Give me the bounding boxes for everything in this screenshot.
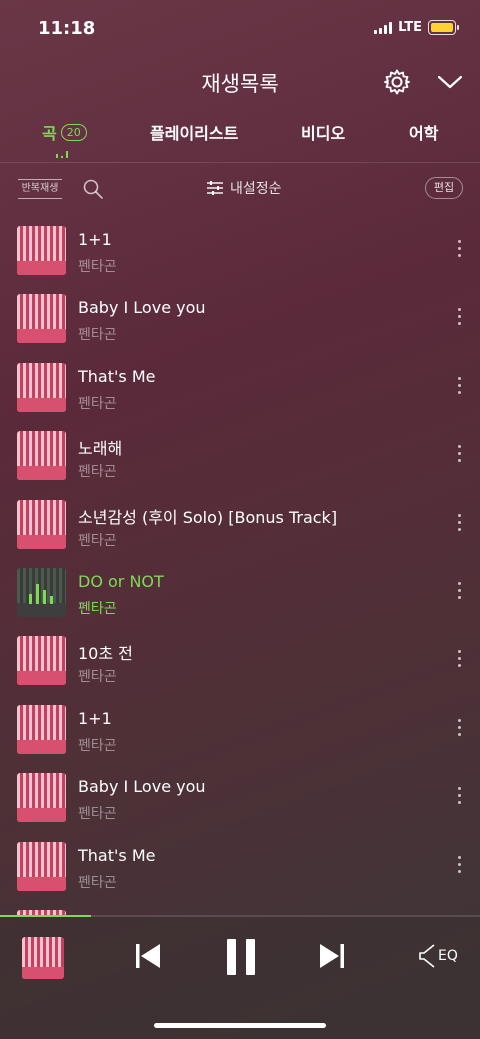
status-time: 11:18 <box>38 18 96 39</box>
more-icon[interactable] <box>455 445 463 467</box>
edit-button[interactable]: 편집 <box>425 177 463 199</box>
eq-button[interactable]: EQ <box>418 943 458 969</box>
status-indicators: LTE <box>374 20 459 35</box>
song-list: 1+1 펜타곤 Baby I Love you 펜타곤 That's Me 펜타… <box>0 216 480 916</box>
tab-bar: 곡 20 플레이리스트 비디오 어학 <box>0 112 480 162</box>
more-icon[interactable] <box>455 582 463 604</box>
equalizer-icon <box>29 582 53 604</box>
song-title: Baby I Love you <box>78 777 206 796</box>
search-icon[interactable] <box>82 178 104 200</box>
song-row-partial[interactable] <box>0 900 480 916</box>
more-icon[interactable] <box>455 719 463 741</box>
tabs-divider <box>0 162 480 163</box>
song-artist: 펜타곤 <box>78 669 117 685</box>
tab-video[interactable]: 비디오 <box>301 120 345 144</box>
sort-label: 내설정순 <box>230 181 282 197</box>
song-artist: 펜타곤 <box>78 533 117 549</box>
album-art <box>17 431 66 480</box>
album-art <box>17 636 66 685</box>
eq-speaker-icon <box>419 944 435 968</box>
song-artist: 펜타곤 <box>78 464 117 480</box>
song-row[interactable]: 소년감성 (후이 Solo) [Bonus Track] 펜타곤 <box>0 490 480 558</box>
song-title: That's Me <box>78 846 156 865</box>
mini-player: EQ <box>0 917 480 1039</box>
song-title: 노래해 <box>78 439 123 458</box>
album-art <box>17 705 66 754</box>
home-indicator <box>154 1023 326 1028</box>
song-row[interactable]: 노래해 펜타곤 <box>0 421 480 489</box>
song-row[interactable]: Baby I Love you 펜타곤 <box>0 763 480 831</box>
song-title: 소년감성 (후이 Solo) [Bonus Track] <box>78 508 338 527</box>
repeat-label: 반복재생 <box>21 183 59 194</box>
song-row[interactable]: That's Me 펜타곤 <box>0 353 480 421</box>
album-art <box>17 773 66 822</box>
album-art <box>17 226 66 275</box>
album-art <box>17 500 66 549</box>
song-artist: 펜타곤 <box>78 806 117 822</box>
album-art <box>17 568 66 617</box>
song-count-badge: 20 <box>60 123 87 141</box>
battery-icon <box>428 20 459 35</box>
toolbar: 반복재생 내설정순 편집 <box>0 170 480 208</box>
chevron-down-icon[interactable] <box>436 70 464 94</box>
more-icon[interactable] <box>455 377 463 399</box>
more-icon[interactable] <box>455 787 463 809</box>
song-row-now-playing[interactable]: DO or NOT 펜타곤 <box>0 558 480 626</box>
album-art <box>17 294 66 343</box>
sort-icon <box>207 181 223 195</box>
next-icon[interactable] <box>317 941 347 971</box>
playing-indicator-icon <box>56 150 68 158</box>
more-icon[interactable] <box>455 240 463 262</box>
tab-playlist[interactable]: 플레이리스트 <box>150 120 238 144</box>
song-title: 1+1 <box>78 709 112 728</box>
song-row[interactable]: 1+1 펜타곤 <box>0 695 480 763</box>
more-icon[interactable] <box>455 514 463 536</box>
song-title: That's Me <box>78 367 156 386</box>
status-bar: 11:18 LTE <box>0 0 480 56</box>
tab-songs[interactable]: 곡 20 <box>42 120 87 144</box>
more-icon[interactable] <box>455 308 463 330</box>
song-title: Baby I Love you <box>78 298 206 317</box>
song-row[interactable]: That's Me 펜타곤 <box>0 832 480 900</box>
more-icon[interactable] <box>455 856 463 878</box>
album-art <box>17 842 66 891</box>
album-art <box>17 363 66 412</box>
song-title: DO or NOT <box>78 572 164 591</box>
song-artist: 펜타곤 <box>78 396 117 412</box>
song-title: 10초 전 <box>78 644 133 663</box>
song-artist: 펜타곤 <box>78 259 117 275</box>
repeat-button[interactable]: 반복재생 <box>16 176 64 202</box>
song-row[interactable]: 10초 전 펜타곤 <box>0 626 480 694</box>
song-artist: 펜타곤 <box>78 327 117 343</box>
more-icon[interactable] <box>455 650 463 672</box>
sort-button[interactable]: 내설정순 <box>206 178 282 198</box>
network-label: LTE <box>398 20 422 35</box>
eq-label: EQ <box>438 948 458 964</box>
song-title: 1+1 <box>78 230 112 249</box>
player-album-art[interactable] <box>22 937 64 979</box>
signal-icon <box>374 21 393 34</box>
header: 재생목록 <box>0 56 480 106</box>
song-row[interactable]: 1+1 펜타곤 <box>0 216 480 284</box>
song-row[interactable]: Baby I Love you 펜타곤 <box>0 284 480 352</box>
pause-icon[interactable] <box>224 937 258 977</box>
gear-icon[interactable] <box>383 68 411 96</box>
prev-icon[interactable] <box>133 941 163 971</box>
tab-language[interactable]: 어학 <box>409 120 438 144</box>
song-artist: 펜타곤 <box>78 601 117 617</box>
tab-songs-label: 곡 <box>42 124 57 143</box>
song-artist: 펜타곤 <box>78 738 117 754</box>
song-artist: 펜타곤 <box>78 875 117 891</box>
